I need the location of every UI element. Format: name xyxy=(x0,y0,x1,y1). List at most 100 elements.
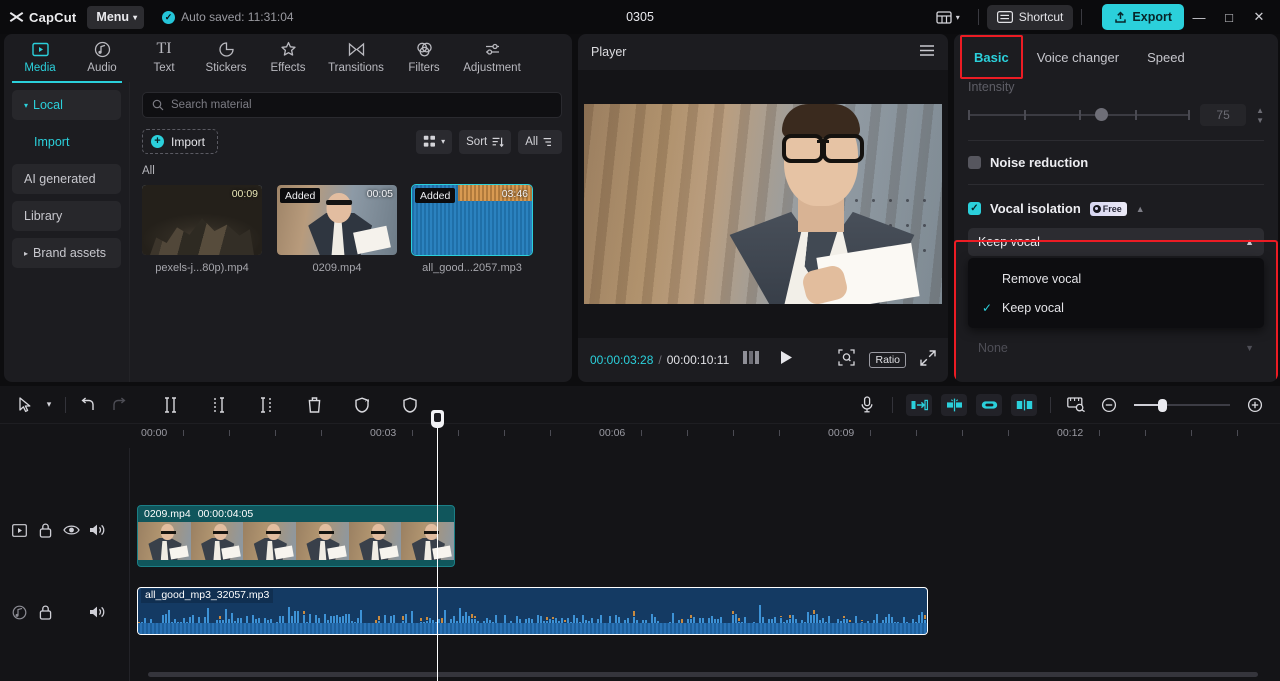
brand-name: CapCut xyxy=(29,9,77,25)
import-button[interactable]: + Import xyxy=(142,129,219,154)
slider-handle[interactable] xyxy=(1094,108,1108,121)
vocal-mode-select[interactable]: Keep vocal ▲ xyxy=(968,228,1264,256)
close-button[interactable]: ✕ xyxy=(1244,0,1274,34)
tab-voice-changer[interactable]: Voice changer xyxy=(1023,40,1133,74)
eye-icon[interactable] xyxy=(60,519,82,541)
preview-scale-button[interactable] xyxy=(1061,390,1091,420)
split-button[interactable] xyxy=(155,390,185,420)
zoom-out-button[interactable] xyxy=(1094,390,1124,420)
shield-button[interactable] xyxy=(395,390,425,420)
upload-icon xyxy=(1115,11,1127,23)
select-tool-button[interactable] xyxy=(10,390,40,420)
sort-button[interactable]: Sort xyxy=(459,129,512,154)
shortcut-button[interactable]: Shortcut xyxy=(986,4,1074,30)
playhead-handle[interactable] xyxy=(431,410,444,428)
delete-button[interactable] xyxy=(299,390,329,420)
fit-screen-icon xyxy=(838,349,856,366)
noise-reduction-row[interactable]: Noise reduction xyxy=(968,155,1264,170)
tab-adjustment[interactable]: Adjustment xyxy=(456,34,528,74)
snap-start-button[interactable] xyxy=(906,393,932,416)
mirror-button[interactable] xyxy=(1011,393,1037,416)
sidebar-item-local[interactable]: ▾ Local xyxy=(12,90,121,120)
dropdown-option-keep-vocal[interactable]: ✓ Keep vocal xyxy=(968,293,1264,322)
volume-icon[interactable] xyxy=(86,519,108,541)
tab-effects[interactable]: Effects xyxy=(258,34,318,74)
ratio-button[interactable]: Ratio xyxy=(869,352,906,368)
zoom-in-button[interactable] xyxy=(1240,390,1270,420)
chevron-up-icon: ▲ xyxy=(1245,237,1254,247)
intensity-value[interactable]: 75 xyxy=(1200,104,1247,126)
tab-media[interactable]: Media xyxy=(10,34,70,74)
timeline-video-clip[interactable]: 0209.mp4 00:00:04:05 xyxy=(137,505,455,567)
video-track-icon[interactable] xyxy=(8,519,30,541)
player-menu-button[interactable] xyxy=(919,44,935,60)
tool-tabs: Media Audio TI Text Stickers Effects Tra… xyxy=(4,34,572,81)
search-input[interactable] xyxy=(171,99,552,111)
sidebar-item-library[interactable]: Library xyxy=(12,201,121,231)
dropdown-option-remove-vocal[interactable]: Remove vocal xyxy=(968,264,1264,293)
audio-track-icon[interactable] xyxy=(8,601,30,623)
sidebar-item-import[interactable]: Import xyxy=(12,127,121,157)
export-button[interactable]: Export xyxy=(1102,4,1184,30)
grid-view-button[interactable]: ▾ xyxy=(416,129,453,154)
fullscreen-button[interactable] xyxy=(920,349,936,371)
select-tool-dropdown[interactable]: ▾ xyxy=(40,390,58,420)
undo-button[interactable] xyxy=(73,390,103,420)
tab-speed[interactable]: Speed xyxy=(1133,40,1199,74)
secondary-select[interactable]: None ▼ xyxy=(968,334,1264,362)
timeline-scrollbar[interactable] xyxy=(148,672,1258,677)
frames-button[interactable] xyxy=(743,351,761,369)
divider xyxy=(1050,396,1051,413)
search-bar[interactable] xyxy=(142,92,562,118)
redo-button[interactable] xyxy=(103,390,133,420)
link-clips-button[interactable] xyxy=(976,393,1002,416)
tab-label: Media xyxy=(24,62,56,74)
timeline-ruler[interactable]: 00:00 00:03 00:06 00:09 00:12 xyxy=(0,424,1280,448)
tab-stickers[interactable]: Stickers xyxy=(196,34,256,74)
chevron-up-icon[interactable]: ▲ xyxy=(1136,204,1145,214)
redo-icon xyxy=(112,397,125,410)
vocal-isolation-checkbox[interactable]: ✓ xyxy=(968,202,981,215)
sidebar-item-brand-assets[interactable]: ▸ Brand assets xyxy=(12,238,121,268)
media-item[interactable]: 00:09 pexels-j...80p).mp4 xyxy=(142,185,262,274)
chevron-down-icon: ▾ xyxy=(441,137,446,146)
zoom-slider-handle[interactable] xyxy=(1158,398,1167,412)
media-thumbnail[interactable]: Added 03:46 xyxy=(411,184,533,256)
playhead[interactable] xyxy=(431,410,444,681)
video-preview[interactable] xyxy=(584,104,942,304)
media-thumbnail[interactable]: Added 00:05 xyxy=(277,185,397,255)
fit-screen-button[interactable] xyxy=(838,349,856,371)
trim-right-icon xyxy=(260,396,271,413)
volume-icon[interactable] xyxy=(86,601,108,623)
timeline-audio-clip[interactable]: all_good_mp3_32057.mp3 xyxy=(137,587,928,635)
tab-text[interactable]: TI Text xyxy=(134,34,194,74)
menu-button[interactable]: Menu ▾ xyxy=(87,5,145,29)
trim-left-button[interactable] xyxy=(203,390,233,420)
layout-button[interactable]: ▾ xyxy=(926,10,970,24)
minimize-button[interactable]: — xyxy=(1184,0,1214,34)
ai-tool-button[interactable]: AI xyxy=(347,390,377,420)
tab-basic[interactable]: Basic xyxy=(960,35,1023,79)
tab-audio[interactable]: Audio xyxy=(72,34,132,74)
record-voiceover-button[interactable] xyxy=(852,390,882,420)
noise-reduction-checkbox[interactable] xyxy=(968,156,981,169)
media-thumbnail[interactable]: 00:09 xyxy=(142,185,262,255)
zoom-slider[interactable] xyxy=(1134,398,1230,412)
intensity-stepper[interactable]: ▲ ▼ xyxy=(1256,106,1264,125)
lock-icon[interactable] xyxy=(34,601,56,623)
tab-transitions[interactable]: Transitions xyxy=(320,34,392,74)
intensity-slider[interactable] xyxy=(968,108,1191,122)
media-item[interactable]: Added 00:05 0209.mp4 xyxy=(277,185,397,274)
vocal-isolation-label: Vocal isolation xyxy=(990,201,1081,216)
media-item[interactable]: Added 03:46 all_good...2057.mp3 xyxy=(411,184,533,274)
play-button[interactable] xyxy=(779,350,793,370)
vocal-isolation-row[interactable]: ✓ Vocal isolation Free ▲ xyxy=(968,201,1264,216)
auto-cut-button[interactable] xyxy=(941,393,967,416)
tab-filters[interactable]: Filters xyxy=(394,34,454,74)
sidebar-item-ai-generated[interactable]: AI generated xyxy=(12,164,121,194)
auto-cut-icon xyxy=(946,398,962,411)
filter-button[interactable]: All xyxy=(518,129,562,154)
trim-right-button[interactable] xyxy=(251,390,281,420)
lock-icon[interactable] xyxy=(34,519,56,541)
maximize-button[interactable]: □ xyxy=(1214,0,1244,34)
